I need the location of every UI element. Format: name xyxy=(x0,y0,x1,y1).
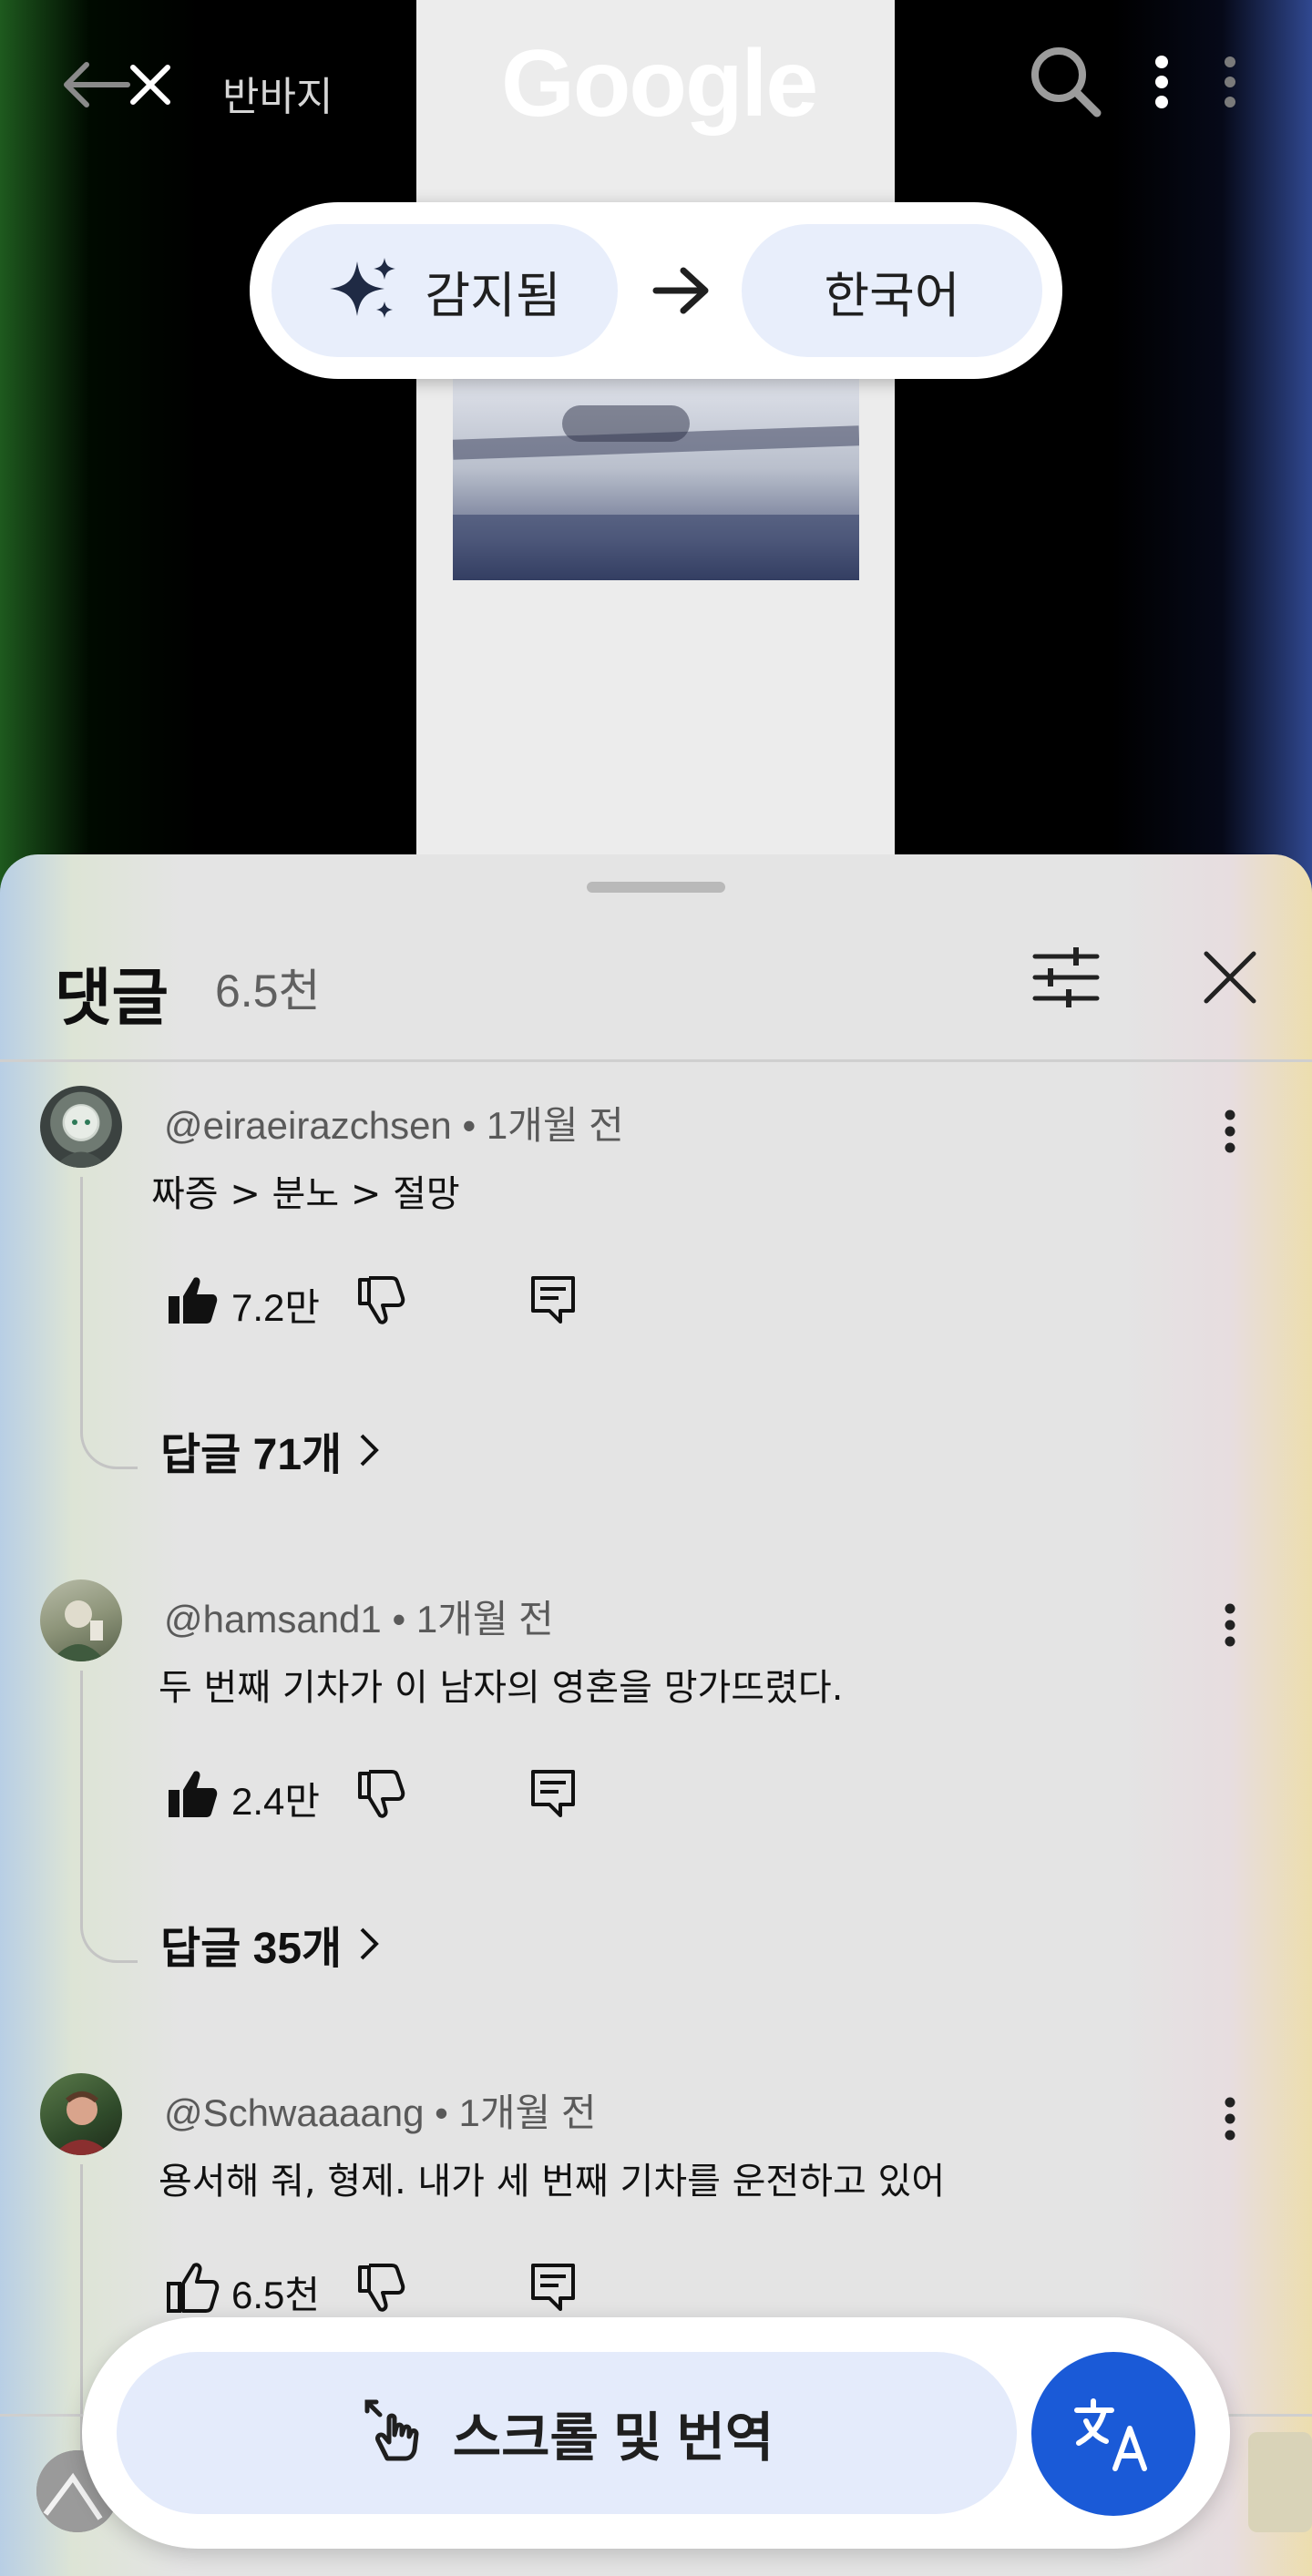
comment-count: 6.5천 xyxy=(215,966,321,1017)
dislike-button[interactable] xyxy=(350,1762,414,1825)
scroll-translate-label: 스크롤 및 번역 xyxy=(452,2408,774,2468)
comment-time: 1개월 전 xyxy=(415,1598,554,1641)
close-comments-button[interactable] xyxy=(1184,936,1276,1018)
search-query[interactable]: 반바지 xyxy=(222,64,333,122)
comment-author[interactable]: @hamsand1 xyxy=(164,1598,382,1641)
more-vert-icon xyxy=(1225,1109,1235,1153)
translate-button[interactable] xyxy=(1031,2352,1195,2516)
avatar[interactable] xyxy=(40,1579,122,1661)
sheet-title: 댓글 xyxy=(55,964,169,1033)
reply-button[interactable] xyxy=(521,2255,585,2319)
avatar[interactable] xyxy=(40,1086,122,1168)
arrow-right-icon xyxy=(652,267,709,314)
filter-icon xyxy=(1032,947,1100,1007)
view-replies-link[interactable]: 답글 71개 xyxy=(160,1418,380,1482)
scroll-translate-bar: 스크롤 및 번역 xyxy=(82,2317,1230,2549)
more-vert-icon xyxy=(1225,56,1235,107)
more-vert-icon xyxy=(1225,1603,1235,1647)
partial-element xyxy=(1248,2432,1312,2532)
chevron-right-icon xyxy=(360,1434,380,1467)
thread-line xyxy=(80,1671,138,1963)
close-icon xyxy=(130,65,170,105)
like-button[interactable] xyxy=(160,1268,224,1332)
thumb-down-icon xyxy=(358,2264,405,2312)
comment-author[interactable]: @Schwaaaang xyxy=(164,2091,425,2134)
thumb-up-icon xyxy=(169,1277,218,1324)
comment-time: 1개월 전 xyxy=(486,1104,624,1147)
reply-button[interactable] xyxy=(521,1762,585,1825)
comment-author[interactable]: @eiraeirazchsen xyxy=(164,1104,452,1147)
close-icon xyxy=(1204,951,1256,1004)
dislike-button[interactable] xyxy=(350,1268,414,1332)
source-language-label: 감지됨 xyxy=(425,268,561,323)
header-divider xyxy=(0,1059,1312,1062)
drag-handle[interactable] xyxy=(587,882,725,893)
more-options-button[interactable] xyxy=(1125,36,1198,128)
sort-filter-button[interactable] xyxy=(1020,936,1112,1018)
replies-label: 답글 35개 xyxy=(160,1925,343,1973)
comment-item: @eiraeirazchsen • 1개월 전 짜증 > 분노 > 절망 7.2… xyxy=(0,1086,1312,1505)
comment-menu-button[interactable] xyxy=(1194,1589,1266,1661)
like-button[interactable] xyxy=(160,1762,224,1825)
comment-text: 용서해 줘, 형제. 내가 세 번째 기차를 운전하고 있어 xyxy=(159,2161,946,2203)
comment-meta: @Schwaaaang • 1개월 전 xyxy=(164,2091,597,2134)
comment-text: 두 번째 기차가 이 남자의 영혼을 망가뜨렸다. xyxy=(159,1667,844,1709)
reply-icon xyxy=(531,2264,575,2311)
search-button[interactable] xyxy=(1020,36,1112,128)
thumb-up-icon xyxy=(167,2263,220,2313)
more-vert-icon xyxy=(1225,2097,1235,2141)
video-thumbnail xyxy=(453,378,859,580)
like-button[interactable] xyxy=(160,2255,224,2319)
translate-icon xyxy=(1074,2398,1147,2471)
comment-menu-button[interactable] xyxy=(1194,2082,1266,2155)
screen: 반바지 Google 감지됨 한국어 댓글 6.5천 @eiraeirazchs… xyxy=(0,0,1312,2576)
comment-menu-button[interactable] xyxy=(1194,1095,1266,1168)
comment-meta: @hamsand1 • 1개월 전 xyxy=(164,1598,554,1641)
like-count: 7.2만 xyxy=(231,1286,321,1329)
target-language-label: 한국어 xyxy=(824,268,960,323)
like-count: 2.4만 xyxy=(231,1780,321,1823)
comment-item: @hamsand1 • 1개월 전 두 번째 기차가 이 남자의 영혼을 망가뜨… xyxy=(0,1579,1312,1998)
comment-text: 짜증 > 분노 > 절망 xyxy=(151,1173,460,1215)
scroll-and-translate-button[interactable]: 스크롤 및 번역 xyxy=(117,2352,1017,2514)
browser-menu-button[interactable] xyxy=(1203,36,1257,128)
touch-scroll-icon xyxy=(364,2399,419,2461)
top-bar: 반바지 Google xyxy=(0,0,1312,182)
search-icon xyxy=(1031,47,1102,118)
target-language-chip[interactable]: 한국어 xyxy=(742,224,1042,357)
sparkle-icon xyxy=(330,258,396,318)
view-replies-link[interactable]: 답글 35개 xyxy=(160,1912,380,1976)
google-logo: Google xyxy=(501,31,818,137)
thread-line xyxy=(80,1177,138,1469)
replies-label: 답글 71개 xyxy=(160,1431,343,1479)
avatar[interactable] xyxy=(40,2073,122,2155)
language-selector: 감지됨 한국어 xyxy=(250,202,1062,379)
comment-meta: @eiraeirazchsen • 1개월 전 xyxy=(164,1104,624,1147)
thumb-down-icon xyxy=(358,1276,405,1324)
thumb-up-icon xyxy=(169,1771,218,1817)
reply-icon xyxy=(531,1770,575,1817)
reply-button[interactable] xyxy=(521,1268,585,1332)
like-count: 6.5천 xyxy=(231,2274,321,2316)
thumb-down-icon xyxy=(358,1770,405,1818)
chevron-right-icon xyxy=(360,1927,380,1960)
comment-time: 1개월 전 xyxy=(458,2091,597,2134)
source-language-chip[interactable]: 감지됨 xyxy=(272,224,618,357)
close-button[interactable] xyxy=(118,44,182,126)
dislike-button[interactable] xyxy=(350,2255,414,2319)
reply-icon xyxy=(531,1276,575,1324)
more-vert-icon xyxy=(1155,56,1168,108)
